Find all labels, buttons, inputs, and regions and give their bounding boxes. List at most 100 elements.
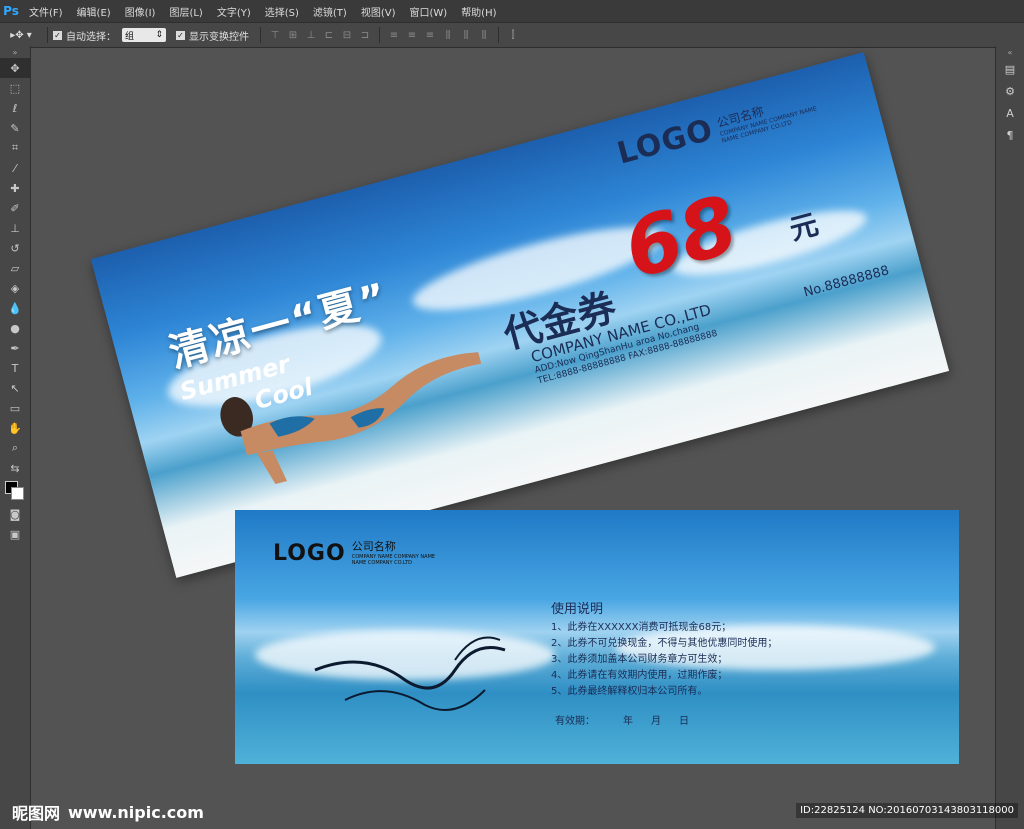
divider xyxy=(498,27,499,43)
rule-item: 5、此券最终解释权归本公司所有。 xyxy=(551,686,708,697)
swimmer-illustration xyxy=(314,636,506,711)
voucher-front: 清凉一“夏” Summer Cool LOGO 公司名称 COMPANY NAM… xyxy=(90,52,950,578)
menu-edit[interactable]: 编辑(E) xyxy=(70,4,118,19)
logo-company: 公司名称 COMPANY NAME COMPANY NAME NAME COMP… xyxy=(352,538,435,566)
usage-instructions: 使用说明 1、此券在XXXXXX消费可抵现金68元； 2、此券不可兑换现金，不得… xyxy=(551,598,777,700)
photoshop-logo: Ps xyxy=(3,4,19,18)
properties-panel-icon[interactable]: ⚙ xyxy=(996,80,1024,102)
collapse-icon[interactable]: » xyxy=(0,46,30,58)
collapse-icon[interactable]: « xyxy=(996,46,1024,58)
chevron-updown-icon: ⇕ xyxy=(155,30,163,40)
site-name: 昵图网 xyxy=(12,804,61,823)
align-right-icon[interactable]: ⊐ xyxy=(358,28,372,42)
distribute-right-icon[interactable]: ⫼ xyxy=(477,28,491,42)
site-url: www.nipic.com xyxy=(68,802,204,822)
blur-tool-icon[interactable]: 💧 xyxy=(0,298,30,318)
right-panel-dock: « ▤ ⚙ A ¶ xyxy=(995,46,1024,829)
paragraph-panel-icon[interactable]: ¶ xyxy=(996,124,1024,146)
lasso-tool-icon[interactable]: ℓ xyxy=(0,98,30,118)
menu-filter[interactable]: 滤镜(T) xyxy=(306,4,354,19)
align-top-icon[interactable]: ⊤ xyxy=(268,28,282,42)
auto-align-icon[interactable]: ⫿ xyxy=(506,28,520,42)
menu-window[interactable]: 窗口(W) xyxy=(402,4,454,19)
quick-mask-icon[interactable]: ◙ xyxy=(0,504,30,524)
distribute-bottom-icon[interactable]: ≡ xyxy=(423,28,437,42)
align-hcenter-icon[interactable]: ⊟ xyxy=(340,28,354,42)
validity-day: 日 xyxy=(679,716,689,727)
crop-tool-icon[interactable]: ⌗ xyxy=(0,138,30,158)
logo-text: LOGO xyxy=(273,541,346,566)
rule-item: 4、此券请在有效期内使用，过期作废； xyxy=(551,670,728,681)
distribute-hcenter-icon[interactable]: ⫼ xyxy=(459,28,473,42)
auto-select-label: 自动选择： xyxy=(66,31,116,43)
divider xyxy=(47,27,48,43)
site-watermark: 昵图网 www.nipic.com xyxy=(12,800,204,824)
color-swatches[interactable] xyxy=(0,478,30,504)
tools-panel: » ✥ ⬚ ℓ ✎ ⌗ ⁄ ✚ ✐ ⊥ ↺ ▱ ◈ 💧 ● ✒ T ↖ ▭ ✋ … xyxy=(0,46,31,829)
dodge-tool-icon[interactable]: ● xyxy=(0,318,30,338)
auto-select-value: 组 xyxy=(125,31,135,42)
character-panel-icon[interactable]: A xyxy=(996,102,1024,124)
align-vcenter-icon[interactable]: ⊞ xyxy=(286,28,300,42)
swap-colors-icon[interactable]: ⇆ xyxy=(0,458,30,478)
healing-brush-tool-icon[interactable]: ✚ xyxy=(0,178,30,198)
front-logo: LOGO 公司名称 COMPANY NAME COMPANY NAME NAME… xyxy=(613,85,820,172)
logo-company: 公司名称 COMPANY NAME COMPANY NAME NAME COMP… xyxy=(715,89,820,144)
serial-number: No.88888888 xyxy=(802,263,891,301)
hand-tool-icon[interactable]: ✋ xyxy=(0,418,30,438)
rules-title: 使用说明 xyxy=(551,602,604,617)
checkmark-icon: ✓ xyxy=(53,30,62,40)
pen-tool-icon[interactable]: ✒ xyxy=(0,338,30,358)
menu-type[interactable]: 文字(Y) xyxy=(210,4,258,19)
type-tool-icon[interactable]: T xyxy=(0,358,30,378)
auto-select-dropdown[interactable]: 组 ⇕ xyxy=(122,28,166,42)
align-left-icon[interactable]: ⊏ xyxy=(322,28,336,42)
validity-year: 年 xyxy=(623,716,633,727)
distribute-left-icon[interactable]: ⫼ xyxy=(441,28,455,42)
eraser-tool-icon[interactable]: ▱ xyxy=(0,258,30,278)
options-bar: ▸✥ ▾ ✓ 自动选择： 组 ⇕ ✓ 显示变换控件 ⊤ ⊞ ⊥ ⊏ ⊟ ⊐ ≡ … xyxy=(0,22,1024,48)
menu-view[interactable]: 视图(V) xyxy=(354,4,403,19)
menu-bar: Ps 文件(F) 编辑(E) 图像(I) 图层(L) 文字(Y) 选择(S) 滤… xyxy=(0,0,1024,22)
move-tool-preset-icon[interactable]: ▸✥ ▾ xyxy=(0,30,42,41)
history-brush-tool-icon[interactable]: ↺ xyxy=(0,238,30,258)
distribute-top-icon[interactable]: ≡ xyxy=(387,28,401,42)
distribute-vcenter-icon[interactable]: ≡ xyxy=(405,28,419,42)
screen-mode-icon[interactable]: ▣ xyxy=(0,524,30,544)
back-logo: LOGO 公司名称 COMPANY NAME COMPANY NAME NAME… xyxy=(273,538,435,566)
eyedropper-tool-icon[interactable]: ⁄ xyxy=(0,158,30,178)
move-tool-icon[interactable]: ✥ xyxy=(0,58,30,78)
validity-line: 有效期： 年 月 日 xyxy=(555,712,689,727)
align-bottom-icon[interactable]: ⊥ xyxy=(304,28,318,42)
paint-bucket-tool-icon[interactable]: ◈ xyxy=(0,278,30,298)
background-color-swatch[interactable] xyxy=(11,487,24,500)
rule-item: 1、此券在XXXXXX消费可抵现金68元； xyxy=(551,622,732,633)
rule-item: 3、此券须加盖本公司财务章方可生效； xyxy=(551,654,728,665)
image-id: ID:22825124 NO:20160703143803118000 xyxy=(796,803,1018,818)
divider xyxy=(379,27,380,43)
logo-text: LOGO xyxy=(613,112,718,172)
zoom-tool-icon[interactable]: ⌕ xyxy=(0,438,30,458)
validity-month: 月 xyxy=(651,716,661,727)
marquee-tool-icon[interactable]: ⬚ xyxy=(0,78,30,98)
show-transform-label: 显示变换控件 xyxy=(189,31,249,43)
voucher-back: LOGO 公司名称 COMPANY NAME COMPANY NAME NAME… xyxy=(235,510,959,764)
brush-tool-icon[interactable]: ✐ xyxy=(0,198,30,218)
show-transform-checkbox[interactable]: ✓ 显示变换控件 xyxy=(176,28,249,43)
stamp-tool-icon[interactable]: ⊥ xyxy=(0,218,30,238)
menu-layer[interactable]: 图层(L) xyxy=(162,4,209,19)
menu-help[interactable]: 帮助(H) xyxy=(454,4,503,19)
company-cn: 公司名称 xyxy=(351,540,396,553)
menu-file[interactable]: 文件(F) xyxy=(22,4,70,19)
history-panel-icon[interactable]: ▤ xyxy=(996,58,1024,80)
menu-image[interactable]: 图像(I) xyxy=(118,4,163,19)
rule-item: 2、此券不可兑换现金，不得与其他优惠同时使用； xyxy=(551,638,778,649)
path-select-tool-icon[interactable]: ↖ xyxy=(0,378,30,398)
auto-select-checkbox[interactable]: ✓ 自动选择： xyxy=(53,28,116,43)
divider xyxy=(260,27,261,43)
quick-select-tool-icon[interactable]: ✎ xyxy=(0,118,30,138)
rectangle-tool-icon[interactable]: ▭ xyxy=(0,398,30,418)
checkmark-icon: ✓ xyxy=(176,30,185,40)
menu-select[interactable]: 选择(S) xyxy=(258,4,306,19)
voucher-amount: 68 xyxy=(615,177,747,297)
